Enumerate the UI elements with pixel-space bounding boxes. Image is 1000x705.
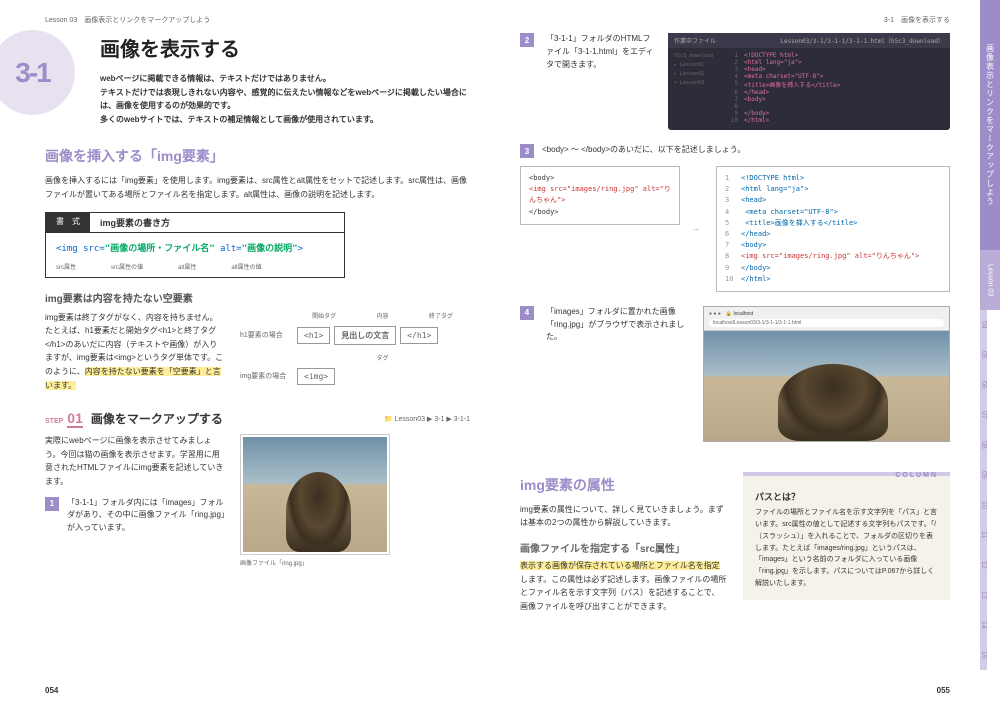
sidetab-lesson: Lesson 03 — [980, 250, 1000, 310]
body-1: 画像を挿入するには「img要素」を使用します。img要素は、src属性とalt属… — [45, 174, 470, 201]
cat-image — [243, 437, 387, 552]
sidetab-num: 10 — [980, 490, 987, 520]
sidetab-num: 11 — [980, 520, 987, 550]
column-badge: COLUMN — [895, 472, 938, 479]
tag-diagram: 開始タグ内容終了タグ h1要素の場合<h1>見出しの文言</h1> タグ img… — [240, 311, 470, 393]
body-4: 表示する画像が保存されている場所とファイル名を指定します。この属性は必ず記述しま… — [520, 559, 727, 613]
body-3: img要素の属性について、詳しく見ていきましょう。まずは基本の2つの属性から解説… — [520, 503, 727, 530]
heading-empty-element: img要素は内容を持たない空要素 — [45, 290, 470, 305]
heading-src-attr: 画像ファイルを指定する「src属性」 — [520, 540, 727, 555]
sidetab-num: 05 — [980, 340, 987, 370]
step-badge-2: 2 — [520, 33, 534, 47]
sidetab-num: 04 — [980, 310, 987, 340]
body-2: img要素は終了タグがなく、内容を持ちません。たとえば、h1要素だと開始タグ<h… — [45, 311, 225, 393]
code-full: 1<!DOCTYPE html>2<html lang="ja">3<head>… — [716, 166, 950, 292]
syntax-title: img要素の書き方 — [90, 213, 180, 232]
step-3-text: <body> 〜 </body>のあいだに、以下を記述しましょう。 — [542, 144, 950, 158]
step-badge-3: 3 — [520, 144, 534, 158]
header-right: 3-1 画像を表示する — [520, 15, 950, 25]
sidetab-num: 06 — [980, 370, 987, 400]
column-title: パスとは？ — [755, 490, 938, 503]
cat-image-box — [240, 434, 390, 555]
section-number-circle: 3-1 — [0, 30, 75, 115]
step-1-text: 「3-1-1」フォルダ内には「images」フォルダがあり、その中に画像ファイル… — [67, 497, 225, 535]
step-header: STEP 01 画像をマークアップする 📁 Lesson03 ▶ 3-1 ▶ 3… — [45, 410, 470, 428]
code-snippet: <body> <img src="images/ring.jpg" alt="り… — [520, 166, 680, 225]
column-box: COLUMN パスとは？ ファイルの場所とファイル名を示す文字列を「パス」と言い… — [743, 472, 950, 600]
lead-text: webページに掲載できる情報は、テキストだけではありません。 テキストだけでは表… — [100, 72, 470, 126]
step-badge-4: 4 — [520, 306, 534, 320]
side-tabs: 画像表示とリンクをマークアップしよう Lesson 03 04050607080… — [980, 0, 1000, 705]
heading-img-element: 画像を挿入する「img要素」 — [45, 146, 470, 166]
syntax-box: 書 式 img要素の書き方 <img src="画像の場所・ファイル名" alt… — [45, 212, 345, 278]
sidetab-num: 09 — [980, 460, 987, 490]
sidetab-num: 08 — [980, 430, 987, 460]
header-left: Lesson 03 画像表示とリンクをマークアップしよう — [45, 15, 470, 25]
sidetab-title: 画像表示とリンクをマークアップしよう — [980, 0, 1000, 250]
page-number-left: 054 — [45, 686, 58, 695]
section-number: 3-1 — [15, 57, 49, 89]
sidetab-num: 12 — [980, 550, 987, 580]
column-body: ファイルの場所とファイル名を示す文字列を「パス」と言います。src属性の値として… — [755, 507, 938, 590]
step-body: 実際にwebページに画像を表示させてみましょう。今回は猫の画像を表示させます。学… — [45, 434, 225, 488]
step-badge-1: 1 — [45, 497, 59, 511]
step-4-text: 「images」フォルダに置かれた画像「ring.jpg」がブラウザで表示されま… — [546, 306, 691, 344]
sidetab-num: 14 — [980, 610, 987, 640]
page-number-right: 055 — [937, 686, 950, 695]
page-left: Lesson 03 画像表示とリンクをマークアップしよう 3-1 画像を表示する… — [0, 0, 500, 705]
syntax-label: 書 式 — [46, 213, 90, 232]
heading-img-attr: img要素の属性 — [520, 475, 727, 495]
code-editor-dark: 作業中ファイルLesson03/3-1/3-1-1/3-1-1.html（h5c… — [668, 33, 950, 130]
cat-caption: 画像ファイル「ring.jpg」 — [240, 558, 390, 567]
page-title: 画像を表示する — [100, 33, 470, 62]
page-right: 3-1 画像を表示する 2 「3-1-1」フォルダのHTMLファイル「3-1-1… — [500, 0, 980, 705]
step-2-text: 「3-1-1」フォルダのHTMLファイル「3-1-1.html」をエディタで開き… — [546, 33, 656, 71]
sidetab-num: 15 — [980, 640, 987, 670]
sidetab-num: 07 — [980, 400, 987, 430]
sidetab-num: 13 — [980, 580, 987, 610]
breadcrumb: 📁 Lesson03 ▶ 3-1 ▶ 3-1-1 — [384, 415, 470, 423]
browser-mockup: ● ● ● 🔒 localhost localhost/Lesson03/3-1… — [703, 306, 950, 442]
title-area: 画像を表示する webページに掲載できる情報は、テキストだけではありません。 テ… — [100, 33, 470, 126]
